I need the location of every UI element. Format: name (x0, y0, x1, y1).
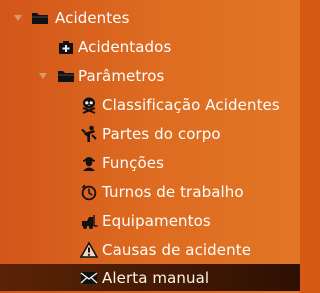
tree-item-equipamentos[interactable]: Equipamentos (0, 208, 300, 234)
worker-icon (80, 154, 98, 172)
tree-item-partes-do-corpo[interactable]: Partes do corpo (0, 121, 300, 147)
tree-node-label: Acidentados (78, 38, 172, 56)
tree-item-causas-de-acidente[interactable]: Causas de acidente (0, 237, 300, 263)
tree-node-acidentes[interactable]: Acidentes (0, 5, 300, 31)
first-aid-kit-icon (57, 38, 75, 56)
tree-item-funcoes[interactable]: Funções (0, 150, 300, 176)
tree-item-label: Partes do corpo (102, 125, 221, 143)
folder-icon (57, 67, 75, 85)
folder-icon (31, 9, 49, 27)
warning-triangle-icon (80, 241, 98, 259)
tree-item-label: Classificação Acidentes (102, 96, 280, 114)
tree-node-parametros[interactable]: Parâmetros (0, 63, 300, 89)
tree-item-label: Alerta manual (102, 268, 210, 287)
skull-crossbones-icon (80, 96, 98, 114)
tree-item-turnos-de-trabalho[interactable]: Turnos de trabalho (0, 179, 300, 205)
tree-item-alerta-manual[interactable]: Alerta manual (0, 264, 300, 291)
tree-item-label: Turnos de trabalho (102, 183, 244, 201)
caret-down-icon[interactable] (37, 70, 49, 82)
forklift-icon (80, 212, 98, 230)
caret-down-icon[interactable] (12, 12, 24, 24)
clock-icon (80, 183, 98, 201)
tree-panel: Acidentes Acidentados Parâmetros Classif… (0, 0, 300, 293)
tree-item-classificacao-acidentes[interactable]: Classificação Acidentes (0, 92, 300, 118)
tree-item-label: Equipamentos (102, 212, 211, 230)
envelope-icon (80, 269, 98, 287)
tree-item-label: Funções (102, 154, 164, 172)
tree-item-label: Causas de acidente (102, 241, 252, 259)
injured-person-icon (80, 125, 98, 143)
tree-node-label: Parâmetros (78, 67, 165, 85)
tree-node-acidentados[interactable]: Acidentados (0, 34, 300, 60)
tree-node-label: Acidentes (55, 9, 130, 27)
